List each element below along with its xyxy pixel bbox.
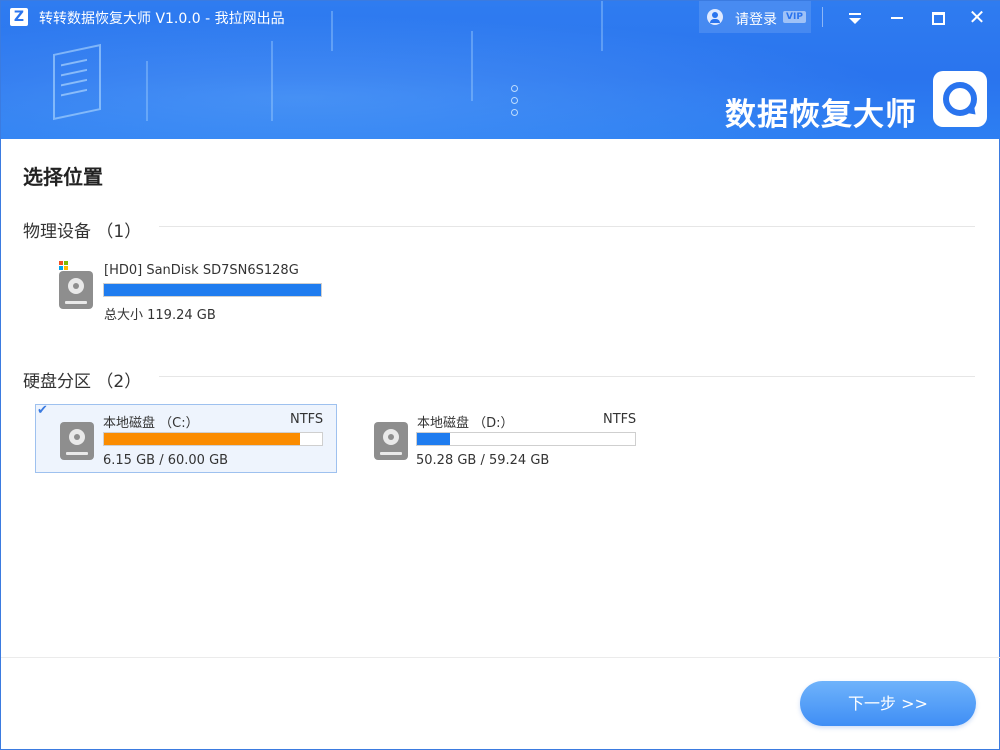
device-total-size: 总大小 119.24 GB (104, 308, 216, 323)
checkmark-icon: ✔ (37, 403, 48, 418)
device-name: [HD0] SanDisk SD7SN6S128G (104, 263, 299, 278)
hard-disk-icon (374, 422, 408, 460)
footer-divider (1, 657, 1000, 658)
menu-dropdown-icon[interactable] (843, 5, 867, 29)
partition-usage-bar (103, 432, 323, 446)
user-avatar-icon (707, 9, 723, 25)
windows-logo-icon (59, 261, 69, 271)
partition-filesystem: NTFS (603, 412, 637, 427)
hard-disk-icon (59, 271, 93, 309)
partition-size: 50.28 GB / 59.24 GB (416, 453, 550, 468)
partitions-heading: 硬盘分区 （2） (23, 372, 142, 392)
next-step-button[interactable]: 下一步 >> (800, 681, 976, 726)
section-divider (159, 226, 975, 227)
device-capacity-bar (103, 283, 322, 297)
partition-size: 6.15 GB / 60.00 GB (103, 453, 229, 468)
window-title: 转转数据恢复大师 V1.0.0 - 我拉网出品 (39, 11, 285, 27)
vip-badge: VIP (783, 11, 806, 23)
login-button[interactable]: 请登录 VIP (699, 1, 811, 33)
partition-name: 本地磁盘 （D:） (417, 416, 514, 431)
login-label: 请登录 (735, 12, 777, 28)
minimize-icon[interactable] (885, 5, 909, 29)
app-window: Z 转转数据恢复大师 V1.0.0 - 我拉网出品 请登录 VIP ✕ 数据恢复… (0, 0, 1000, 750)
maximize-icon[interactable] (926, 5, 950, 29)
physical-devices-heading: 物理设备 （1） (23, 222, 142, 242)
partition-item-c[interactable]: ✔ 本地磁盘 （C:） NTFS 6.15 GB / 60.00 GB (35, 404, 337, 473)
hard-disk-icon (60, 422, 94, 460)
brand-title: 数据恢复大师 (725, 97, 917, 133)
decorative-line (271, 41, 273, 121)
partition-filesystem: NTFS (290, 412, 324, 427)
brand-logo-icon (933, 71, 987, 127)
header-banner: Z 转转数据恢复大师 V1.0.0 - 我拉网出品 请登录 VIP ✕ 数据恢复… (1, 1, 1000, 139)
app-logo-icon: Z (10, 8, 28, 26)
partition-usage-fill (417, 433, 450, 445)
decorative-circuit-board (53, 43, 101, 121)
section-divider (159, 376, 975, 377)
decorative-line (331, 11, 333, 51)
decorative-dots (511, 85, 519, 121)
decorative-line (601, 1, 603, 51)
partition-usage-fill (104, 433, 300, 445)
decorative-line (146, 61, 148, 121)
partition-name: 本地磁盘 （C:） (103, 416, 199, 431)
partition-usage-bar (416, 432, 636, 446)
device-capacity-fill (104, 284, 321, 296)
close-icon[interactable]: ✕ (965, 5, 989, 29)
titlebar-divider (822, 7, 823, 27)
page-title: 选择位置 (23, 165, 103, 189)
decorative-line (471, 31, 473, 101)
partition-item-d[interactable]: 本地磁盘 （D:） NTFS 50.28 GB / 59.24 GB (349, 404, 651, 473)
